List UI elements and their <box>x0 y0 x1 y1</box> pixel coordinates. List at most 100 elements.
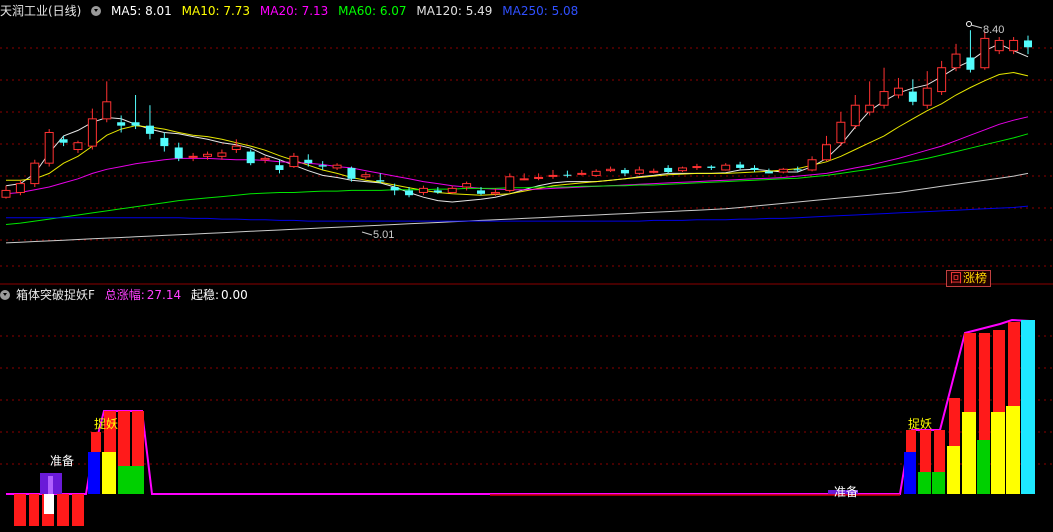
candle-body-up <box>577 172 587 175</box>
candle-body-down <box>347 167 356 179</box>
candle-body-down <box>131 122 140 126</box>
candle-body-up <box>519 178 529 181</box>
ma250-value: MA250: 5.08 <box>502 4 579 18</box>
candle-body-down <box>620 169 629 174</box>
signal-bar <box>947 446 960 494</box>
negative-bar <box>57 494 69 526</box>
candle-body-down <box>707 166 716 168</box>
main-chart-header: 天润工业(日线) MA5: 8.01 MA10: 7.73 MA20: 7.13… <box>0 2 584 20</box>
signal-bar <box>1006 406 1020 494</box>
ma20-value: MA20: 7.13 <box>259 4 329 18</box>
negative-bar <box>72 494 84 526</box>
low-annotation: 5.01 <box>361 229 394 241</box>
signal-bar <box>934 430 945 472</box>
candle-body-up <box>30 162 40 185</box>
signal-bar <box>906 430 916 452</box>
signal-bar <box>102 452 116 494</box>
zhangbang-label: 涨榜 <box>963 271 988 285</box>
candle-body-down <box>174 147 183 159</box>
candle-body-down <box>390 187 399 191</box>
candle-body-down <box>908 91 917 102</box>
dropdown-circle-icon[interactable] <box>91 6 102 16</box>
candle-body-up <box>203 153 213 157</box>
candle-body-up <box>807 159 817 171</box>
candle-body-up <box>447 187 457 193</box>
indicator-title: 箱体突破捉妖F <box>16 288 95 302</box>
candle-body-up <box>289 155 299 168</box>
total-gain-value: 27.14 <box>146 288 182 302</box>
candle-body-up <box>678 167 688 172</box>
ma-line-ma60 <box>5 133 1029 225</box>
indicator-header: 箱体突破捉妖F 总涨幅: 27.14 起稳: 0.00 <box>0 286 254 304</box>
ma120-value: MA120: 5.49 <box>416 4 493 18</box>
signal-bar <box>949 398 960 446</box>
candle-body-up <box>260 157 270 161</box>
candle-body-up <box>1009 39 1019 52</box>
candle-body-up <box>836 121 846 144</box>
signal-bar <box>979 333 990 440</box>
candle-body-down <box>59 139 68 143</box>
signal-bar <box>132 466 144 494</box>
candle-body-down <box>1024 40 1032 48</box>
candle-body-down <box>318 165 327 167</box>
indicator-line <box>6 318 1031 495</box>
candle-body-up <box>217 152 227 157</box>
white-bar <box>44 494 54 514</box>
candle-body-down <box>160 137 169 147</box>
indicator-pane: 准备 捉妖准备 捉妖 <box>6 318 1035 526</box>
signal-bar <box>1008 322 1020 406</box>
candle-body-up <box>361 174 371 178</box>
candle-body-up <box>462 183 472 188</box>
candle-body-up <box>1 189 11 198</box>
candle-body-up <box>937 67 947 93</box>
label-zhunbei-right: 准备 <box>834 485 858 499</box>
qiwen-label: 起稳: <box>190 288 220 302</box>
zhangbang-button[interactable]: 回涨榜 <box>946 270 992 287</box>
signal-bar <box>1021 320 1035 494</box>
candle-body-down <box>750 167 759 170</box>
candlestick-series <box>1 30 1032 199</box>
return-icon: 回 <box>950 271 963 285</box>
svg-text:5.01: 5.01 <box>373 229 394 241</box>
label-zhuoyao-left: 捉妖 <box>94 416 118 431</box>
indicator-menu-icon[interactable] <box>0 290 10 300</box>
candle-body-up <box>893 87 903 96</box>
candle-body-up <box>606 168 616 172</box>
candle-body-up <box>73 142 83 151</box>
candle-body-down <box>764 171 773 174</box>
candle-body-down <box>477 190 486 194</box>
candle-body-up <box>692 166 702 169</box>
label-zhunbei-left: 准备 <box>50 454 74 468</box>
signal-bar <box>132 411 144 466</box>
total-gain-label: 总涨幅: <box>104 288 145 302</box>
candle-body-up <box>505 176 515 191</box>
candle-body-up <box>534 176 544 179</box>
candle-body-down <box>793 169 802 171</box>
negative-bar <box>29 494 39 526</box>
candle-body-down <box>117 122 126 126</box>
candle-body-up <box>922 87 932 106</box>
candle-body-up <box>821 144 831 161</box>
candle-body-up <box>188 155 198 158</box>
candle-body-up <box>102 101 112 120</box>
candle-body-up <box>721 164 731 171</box>
svg-text:8.40: 8.40 <box>983 24 1004 36</box>
stock-title: 天润工业(日线) <box>0 4 82 18</box>
ma-line-ma5 <box>5 43 1029 203</box>
candle-body-up <box>634 169 644 174</box>
candle-body-up <box>548 174 558 177</box>
candle-body-up <box>879 91 889 106</box>
candle-body-up <box>231 145 241 151</box>
signal-bar <box>962 412 976 494</box>
candle-body-up <box>994 39 1004 52</box>
candle-body-down <box>405 190 414 196</box>
moving-average-lines <box>5 43 1029 244</box>
signal-bar <box>920 430 931 472</box>
candle-body-down <box>966 57 975 70</box>
candle-body-down <box>246 151 255 164</box>
candle-body-down <box>145 125 154 134</box>
candle-body-up <box>332 164 342 169</box>
candle-body-up <box>591 170 601 176</box>
ma-line-ma10 <box>6 71 1029 196</box>
candle-body-down <box>563 174 572 176</box>
